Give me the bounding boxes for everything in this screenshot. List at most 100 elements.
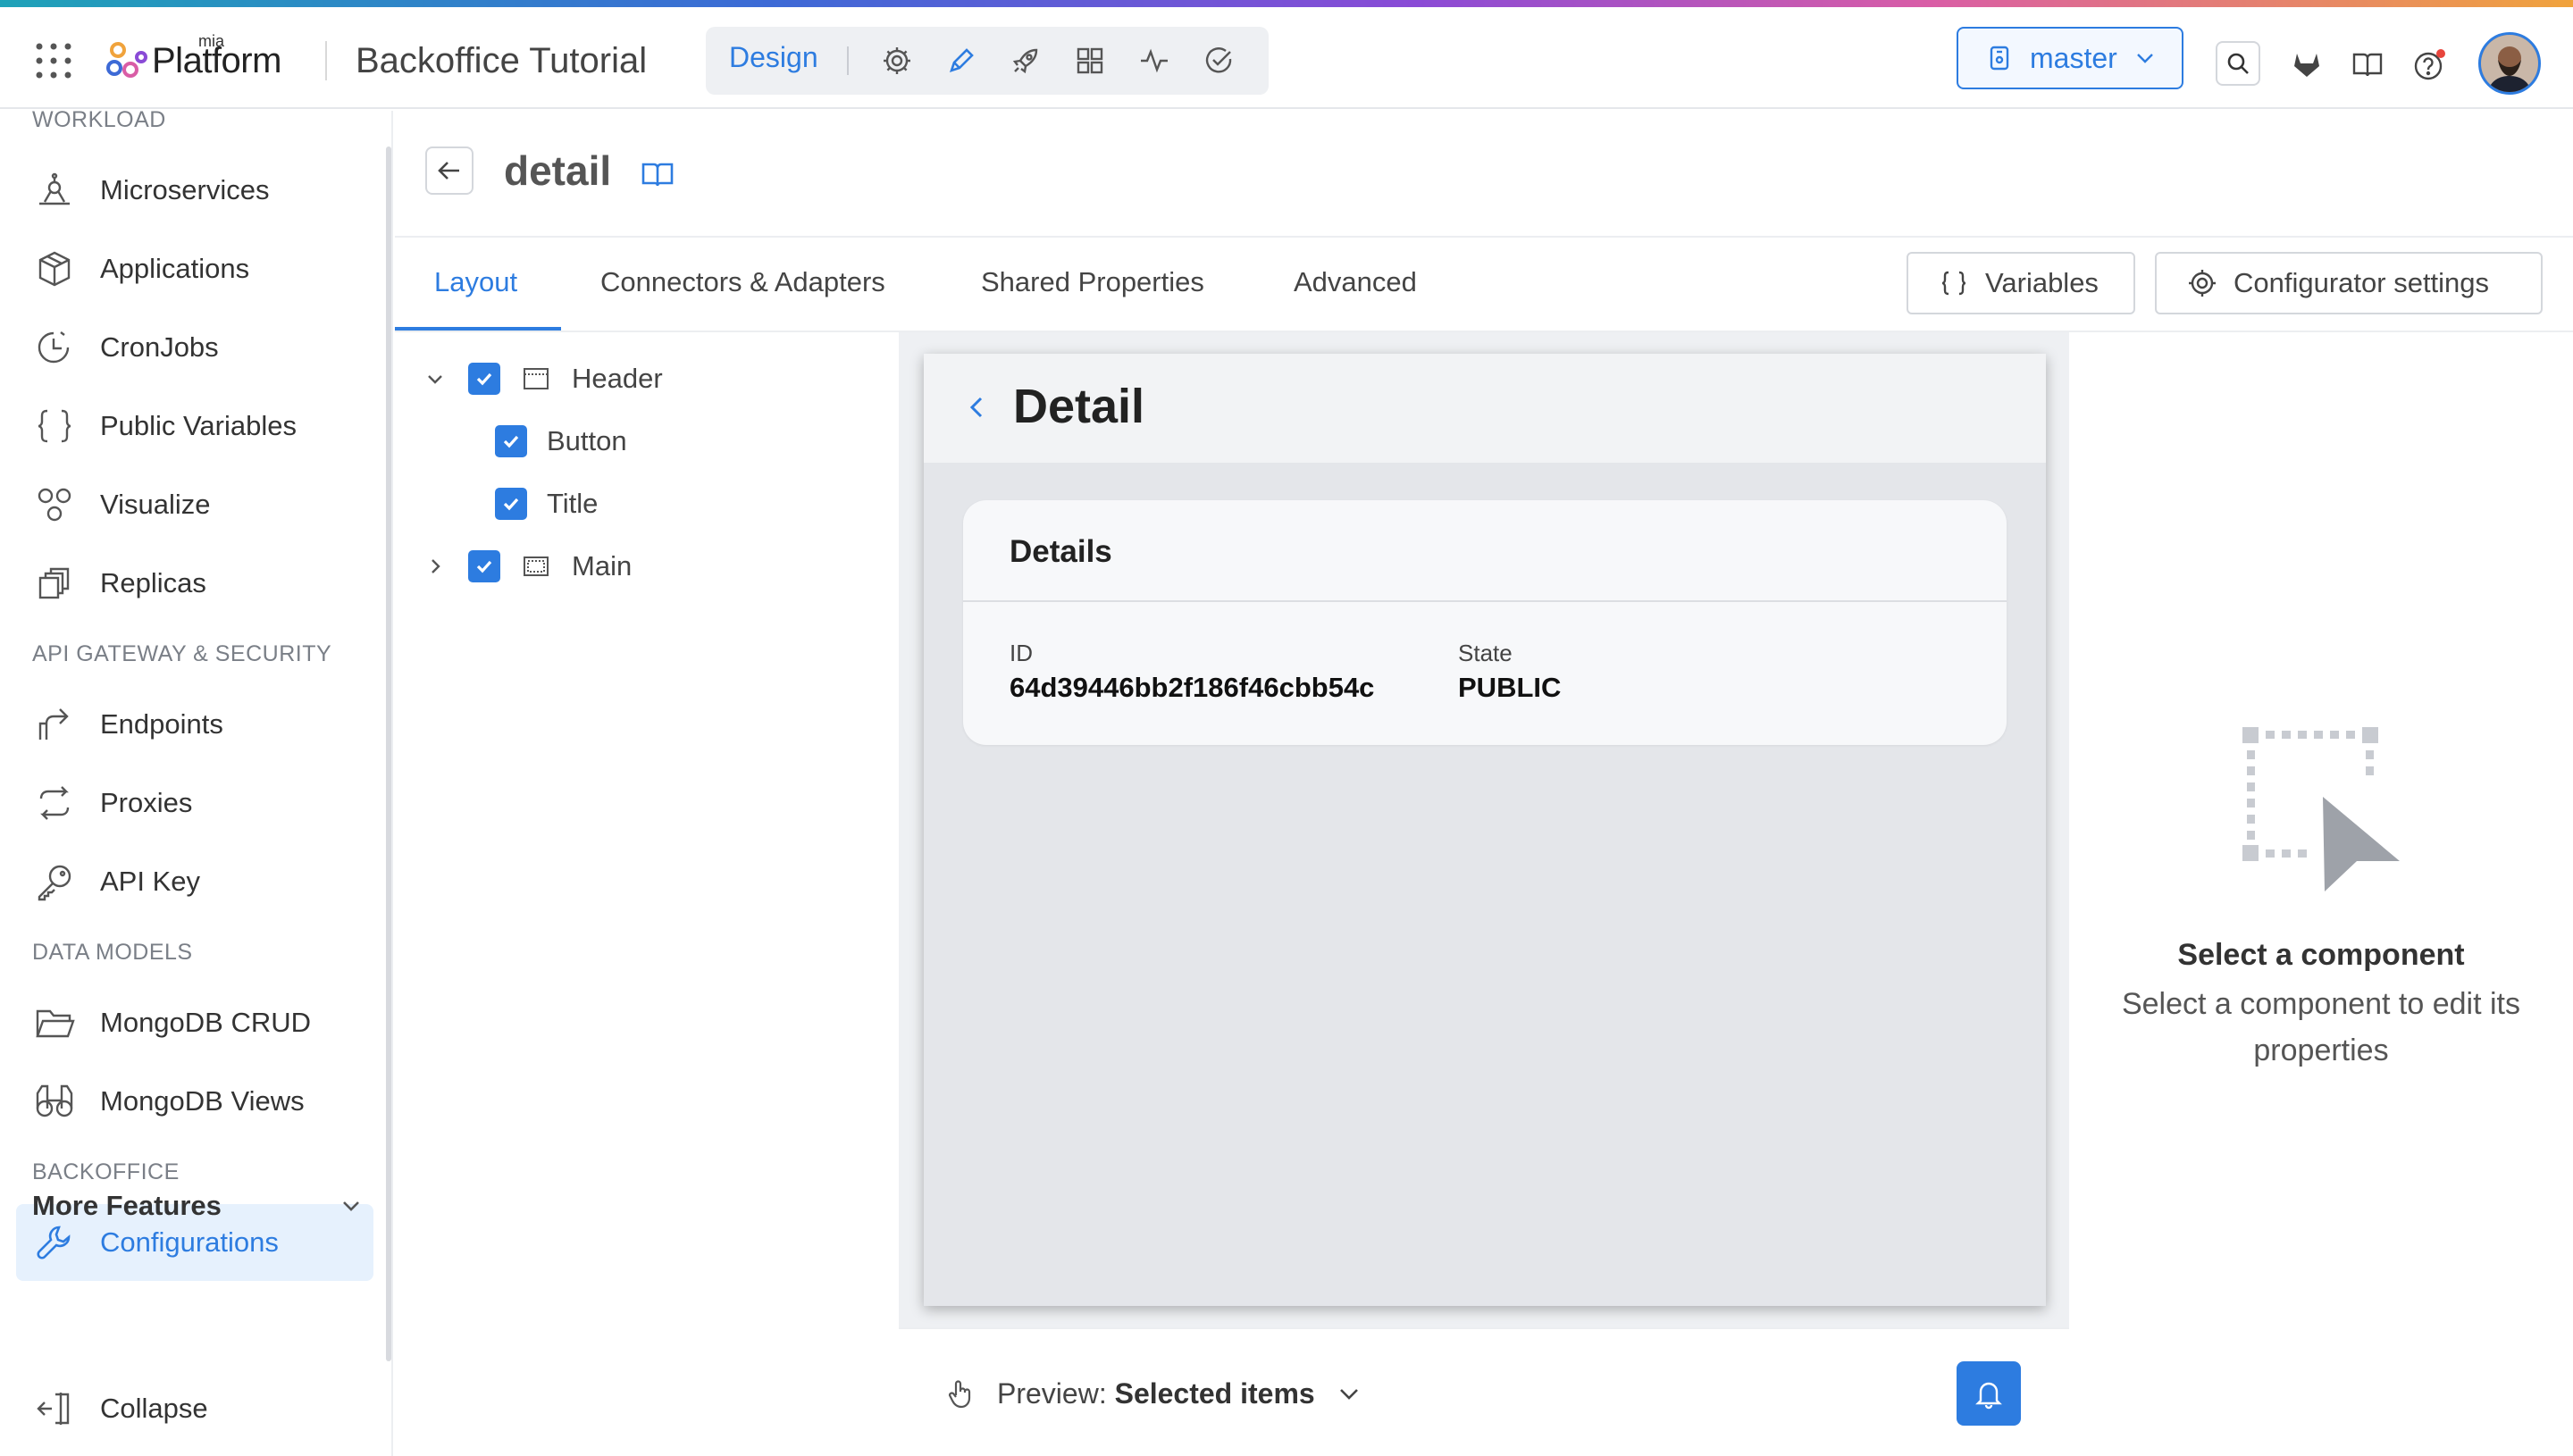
sidebar-item-api-key[interactable]: API Key — [16, 843, 373, 920]
section-workload: WORKLOAD — [32, 107, 166, 132]
brand-gradient-strip — [0, 0, 2573, 7]
main-nav: Design — [706, 27, 1269, 95]
sidebar-item-label: CronJobs — [100, 331, 219, 363]
preview-title: Detail — [1013, 380, 1145, 433]
sidebar-collapse-button[interactable]: Collapse — [16, 1370, 373, 1447]
tab-layout[interactable]: Layout — [434, 266, 517, 298]
variables-button[interactable]: Variables — [1907, 252, 2135, 314]
more-features-toggle[interactable]: More Features — [32, 1190, 363, 1222]
activity-icon[interactable] — [1138, 45, 1170, 77]
collapse-label: Collapse — [100, 1393, 208, 1424]
chevron-down-icon[interactable] — [1335, 1379, 1363, 1408]
sidebar-item-mongodb-crud[interactable]: MongoDB CRUD — [16, 984, 373, 1061]
tab-advanced[interactable]: Advanced — [1294, 266, 1417, 298]
sidebar-item-microservices[interactable]: Microservices — [16, 152, 373, 229]
header-layout-icon — [520, 363, 552, 395]
sidebar-item-applications[interactable]: Applications — [16, 230, 373, 307]
tree-node-label: Header — [572, 363, 663, 394]
branch-selector[interactable]: master — [1957, 27, 2183, 89]
gear-icon[interactable] — [881, 45, 913, 77]
section-api-gateway: API GATEWAY & SECURITY — [32, 641, 332, 666]
nav-design-tab[interactable]: Design — [729, 41, 818, 74]
sidebar-item-label: API Key — [100, 866, 200, 897]
sidebar-item-endpoints[interactable]: Endpoints — [16, 686, 373, 763]
sidebar-item-label: MongoDB CRUD — [100, 1007, 312, 1038]
section-backoffice: BACKOFFICE — [32, 1159, 180, 1184]
main-layout-icon — [520, 550, 552, 582]
sidebar-item-public-variables[interactable]: Public Variables — [16, 388, 373, 464]
braces-icon — [1939, 268, 1969, 298]
box-icon — [34, 248, 75, 289]
rocket-icon[interactable] — [1010, 45, 1042, 77]
preview-mode-value: Selected items — [1114, 1377, 1315, 1410]
grid-icon[interactable] — [1074, 45, 1106, 77]
field-value-state: PUBLIC — [1458, 672, 1562, 703]
field-label-id: ID — [1010, 640, 1033, 666]
sidebar-item-visualize[interactable]: Visualize — [16, 466, 373, 543]
logo-mia-text: mia — [198, 31, 225, 50]
nodes-icon — [34, 484, 75, 525]
field-value-id: 64d39446bb2f186f46cbb54c — [1010, 672, 1375, 703]
swap-icon — [34, 782, 75, 824]
project-name[interactable]: Backoffice Tutorial — [356, 41, 647, 81]
details-card-divider — [963, 600, 2007, 602]
help-icon[interactable] — [2412, 46, 2448, 82]
tree-node-label: Main — [572, 550, 633, 582]
microservices-icon — [34, 170, 75, 211]
details-card-title: Details — [1010, 534, 1112, 569]
tree-node-button[interactable]: Button — [495, 414, 627, 468]
select-component-illustration-icon — [2241, 722, 2401, 895]
check-circle-icon[interactable] — [1203, 45, 1235, 77]
sidebar-item-label: Applications — [100, 253, 250, 284]
branch-icon — [1985, 44, 2014, 72]
back-arrow-icon[interactable] — [425, 146, 474, 195]
preview-page[interactable] — [924, 354, 2046, 1306]
tree-checkbox[interactable] — [468, 363, 500, 395]
pointer-hand-icon — [943, 1376, 979, 1411]
key-icon — [34, 861, 75, 902]
sidebar-item-label: Microservices — [100, 174, 270, 205]
branch-name: master — [2030, 41, 2117, 74]
tree-node-title[interactable]: Title — [495, 477, 598, 531]
preview-mode-selector[interactable]: Preview: Selected items — [997, 1377, 1315, 1410]
gear-icon — [2187, 268, 2217, 298]
sidebar-item-mongodb-views[interactable]: MongoDB Views — [16, 1063, 373, 1140]
bell-icon[interactable] — [1957, 1361, 2021, 1426]
chevron-right-icon[interactable] — [422, 553, 448, 580]
sidebar-item-replicas[interactable]: Replicas — [16, 545, 373, 622]
sidebar-item-label: Replicas — [100, 567, 206, 598]
tree-checkbox[interactable] — [495, 488, 527, 520]
sidebar-item-cronjobs[interactable]: CronJobs — [16, 309, 373, 386]
tree-checkbox[interactable] — [495, 425, 527, 457]
tree-checkbox[interactable] — [468, 550, 500, 582]
documentation-book-icon[interactable] — [640, 157, 675, 193]
braces-icon — [34, 406, 75, 447]
more-features-label: More Features — [32, 1190, 222, 1221]
mia-platform-logo[interactable]: mia Platform — [105, 31, 281, 88]
tree-node-label: Button — [547, 425, 627, 456]
details-card[interactable] — [963, 500, 2007, 745]
chevron-down-icon[interactable] — [422, 365, 448, 392]
binoculars-icon — [34, 1081, 75, 1122]
chevron-down-icon — [339, 1194, 363, 1218]
nav-separator — [847, 46, 849, 75]
chevron-left-icon[interactable] — [963, 389, 990, 425]
avatar[interactable] — [2478, 32, 2541, 95]
configurator-settings-button[interactable]: Configurator settings — [2155, 252, 2543, 314]
book-icon[interactable] — [2350, 46, 2385, 82]
gitlab-icon[interactable] — [2289, 46, 2325, 82]
sidebar-item-proxies[interactable]: Proxies — [16, 765, 373, 841]
section-data-models: DATA MODELS — [32, 940, 193, 965]
tree-node-header[interactable]: Header — [422, 352, 663, 406]
pencil-icon[interactable] — [945, 45, 977, 77]
search-icon[interactable] — [2216, 41, 2260, 86]
sidebar-scrollbar[interactable] — [386, 146, 391, 1361]
collapse-icon — [34, 1388, 75, 1429]
sidebar-item-label: Configurations — [100, 1226, 279, 1258]
tab-shared-properties[interactable]: Shared Properties — [981, 266, 1204, 298]
tree-node-main[interactable]: Main — [422, 540, 632, 593]
tab-connectors-adapters[interactable]: Connectors & Adapters — [600, 266, 885, 298]
apps-grid-icon[interactable] — [32, 39, 75, 82]
empty-state-title: Select a component — [2177, 938, 2465, 972]
share-icon — [34, 704, 75, 745]
